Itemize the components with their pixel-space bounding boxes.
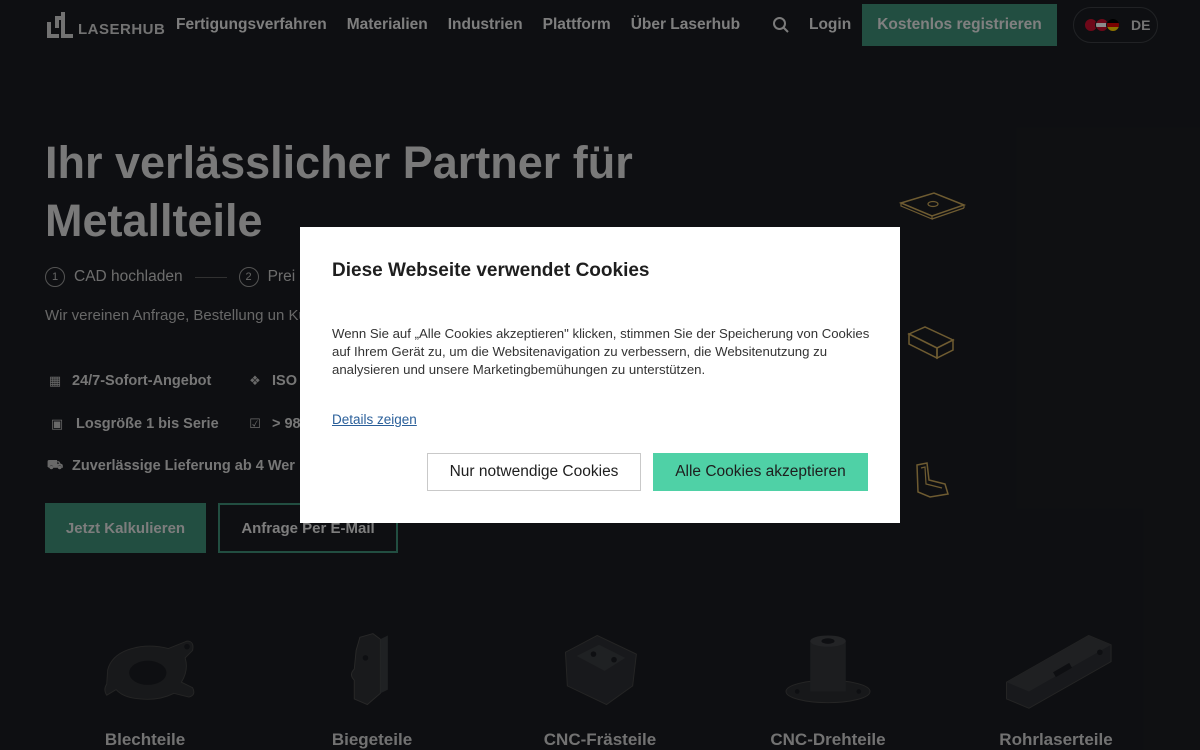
cookie-dialog-text: Wenn Sie auf „Alle Cookies akzeptieren" … [332, 326, 870, 377]
cookie-dialog-title: Diese Webseite verwendet Cookies [332, 260, 650, 281]
details-link[interactable]: Details zeigen [332, 412, 417, 427]
accept-all-cookies-button[interactable]: Alle Cookies akzeptieren [653, 453, 868, 491]
necessary-cookies-button[interactable]: Nur notwendige Cookies [427, 453, 641, 491]
cookie-dialog: Diese Webseite verwendet Cookies Wenn Si… [300, 227, 900, 523]
